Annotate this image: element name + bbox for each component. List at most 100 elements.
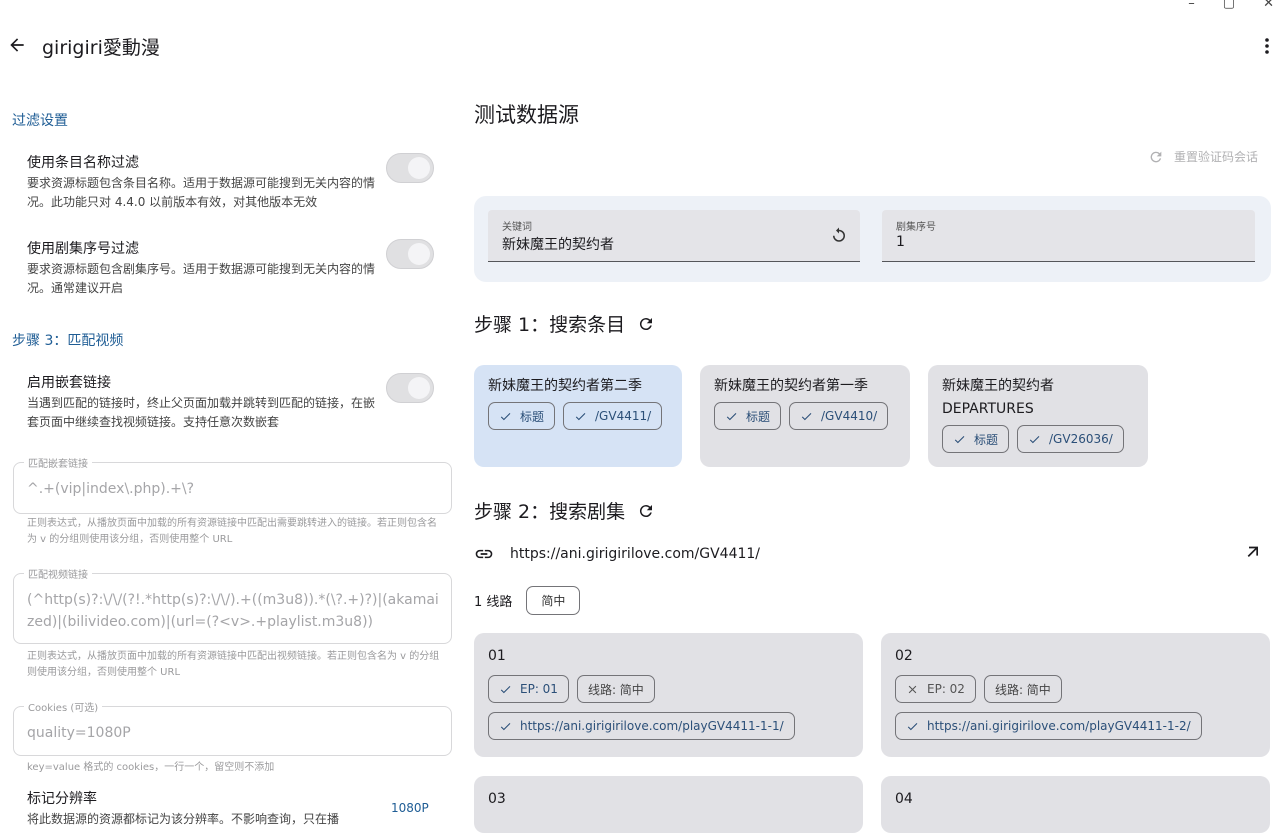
refresh-icon — [1150, 151, 1162, 162]
window-controls: – ▢ ✕ — [1188, 0, 1280, 14]
path-match-chip[interactable]: /GV26036/ — [1017, 425, 1124, 453]
nested-link-helper-text: 正则表达式，从播放页面中加载的所有资源链接中匹配出需要跳转进入的链接。若正则包含… — [27, 518, 437, 545]
step3-section-title: 步骤 3：匹配视频 — [12, 333, 124, 349]
subject-url-row: https://ani.girigirilove.com/GV4411/ — [474, 542, 1274, 566]
back-arrow-icon[interactable] — [7, 35, 27, 55]
episode-card[interactable]: 02 EP: 02 线路: 简中 https://ani.girigirilov… — [881, 633, 1270, 757]
setting-title: 启用嵌套链接 — [27, 375, 111, 391]
keyword-value: 新妹魔王的契约者 — [502, 237, 614, 253]
episode-number-label: 剧集序号 — [896, 222, 936, 233]
chip-label: /GV4410/ — [821, 409, 878, 423]
check-icon — [575, 412, 586, 420]
close-button[interactable]: ✕ — [1263, 0, 1274, 14]
setting-description: 要求资源标题包含条目名称。适用于数据源可能搜到无关内容的情况。此功能只对 4.4… — [27, 176, 376, 209]
episode-number-value: 1 — [896, 234, 905, 250]
path-match-chip[interactable]: /GV4411/ — [563, 402, 663, 430]
episode-url-chip[interactable]: https://ani.girigirilove.com/playGV4411-… — [895, 712, 1202, 740]
episode-number-filter-setting[interactable]: 使用剧集序号过滤 要求资源标题包含剧集序号。适用于数据源可能搜到无关内容的情况。… — [27, 239, 447, 298]
subject-card[interactable]: 新妹魔王的契约者第二季 标题 /GV4411/ — [474, 365, 682, 467]
resolution-setting[interactable]: 标记分辨率 将此数据源的资源都标记为该分辨率。不影响查询，只在播 — [27, 789, 447, 829]
field-value: quality=1080P — [27, 725, 131, 741]
routes-count: 1 线路 — [474, 595, 513, 610]
episode-card[interactable]: 03 — [474, 776, 863, 833]
episode-match-chip[interactable]: EP: 01 — [488, 675, 569, 703]
nested-link-regex-field[interactable]: 匹配嵌套链接 ^.+(vip|index\.php).+\? — [13, 455, 452, 514]
test-heading: 测试数据源 — [474, 103, 579, 127]
chip-label: https://ani.girigirilove.com/playGV4411-… — [520, 719, 784, 733]
app-title: girigiri愛動漫 — [42, 37, 160, 59]
reset-keyword-icon[interactable] — [830, 226, 848, 244]
title-match-chip[interactable]: 标题 — [714, 402, 782, 430]
step1-title: 步骤 1：搜索条目 — [474, 314, 626, 336]
check-icon — [726, 412, 737, 420]
setting-title: 使用条目名称过滤 — [27, 155, 139, 171]
episode-card[interactable]: 01 EP: 01 线路: 简中 https://ani.girigirilov… — [474, 633, 863, 757]
subject-card[interactable]: 新妹魔王的契约者 DEPARTURES 标题 /GV26036/ — [928, 365, 1148, 467]
filter-section-title: 过滤设置 — [12, 113, 68, 129]
title-match-chip[interactable]: 标题 — [942, 425, 1010, 453]
nested-link-setting[interactable]: 启用嵌套链接 当遇到匹配的链接时，终止父页面加载并跳转到匹配的链接，在嵌套页面中… — [27, 373, 447, 432]
field-label: 匹配视频链接 — [24, 566, 92, 581]
subject-name-filter-toggle[interactable] — [386, 153, 434, 183]
open-in-new-icon[interactable] — [1245, 544, 1261, 560]
check-icon — [801, 412, 812, 420]
check-icon — [907, 722, 918, 730]
test-panel: 测试数据源 重置验证码会话 关键词 新妹魔王的契约者 剧集序号 1 步骤 1：搜… — [460, 64, 1280, 833]
field-value: (^http(s)?:\/\/(?!.*http(s)?:\/\/).+((m3… — [27, 592, 439, 630]
chip-label: EP: 01 — [520, 682, 558, 696]
subject-card[interactable]: 新妹魔王的契约者第一季 标题 /GV4410/ — [700, 365, 910, 467]
field-label: 匹配嵌套链接 — [24, 455, 92, 470]
episode-card[interactable]: 04 — [881, 776, 1270, 833]
episode-name: 04 — [895, 791, 913, 807]
subject-url[interactable]: https://ani.girigirilove.com/GV4411/ — [510, 546, 760, 562]
episode-number-field[interactable]: 剧集序号 1 — [882, 210, 1255, 262]
step2-title: 步骤 2：搜索剧集 — [474, 501, 626, 523]
path-match-chip[interactable]: /GV4410/ — [789, 402, 889, 430]
subject-name: 新妹魔王的契约者 DEPARTURES — [942, 378, 1054, 417]
chip-label: 标题 — [746, 409, 771, 424]
chip-label: /GV4411/ — [595, 409, 652, 423]
episode-number-filter-toggle[interactable] — [386, 239, 434, 269]
routes-row: 1 线路 简中 — [474, 586, 581, 615]
chip-label: EP: 02 — [927, 682, 965, 696]
refresh-icon[interactable] — [637, 315, 655, 333]
more-vert-icon[interactable] — [1262, 36, 1272, 56]
refresh-icon[interactable] — [637, 502, 655, 520]
maximize-button[interactable]: ▢ — [1223, 0, 1235, 14]
link-icon — [475, 549, 493, 559]
chip-label: /GV26036/ — [1049, 432, 1113, 446]
search-card: 关键词 新妹魔王的契约者 剧集序号 1 — [474, 196, 1271, 282]
keyword-label: 关键词 — [502, 222, 532, 233]
step2-heading: 步骤 2：搜索剧集 — [474, 497, 655, 524]
minimize-button[interactable]: – — [1188, 0, 1195, 14]
keyword-field[interactable]: 关键词 新妹魔王的契约者 — [488, 210, 860, 262]
cookies-helper-text: key=value 格式的 cookies，一行一个，留空则不添加 — [27, 762, 275, 773]
chip-label: 标题 — [974, 432, 999, 447]
check-icon — [954, 435, 965, 443]
setting-description: 要求资源标题包含剧集序号。适用于数据源可能搜到无关内容的情况。通常建议开启 — [27, 262, 376, 295]
line-chip[interactable]: 线路: 简中 — [576, 675, 655, 703]
step1-heading: 步骤 1：搜索条目 — [474, 310, 655, 337]
subject-name-filter-setting[interactable]: 使用条目名称过滤 要求资源标题包含条目名称。适用于数据源可能搜到无关内容的情况。… — [27, 153, 447, 212]
setting-title: 使用剧集序号过滤 — [27, 241, 139, 257]
episode-name: 02 — [895, 648, 913, 664]
reset-captcha-button[interactable]: 重置验证码会话 — [1148, 148, 1258, 165]
chip-label: https://ani.girigirilove.com/playGV4411-… — [927, 719, 1191, 733]
setting-title: 标记分辨率 — [27, 791, 97, 807]
episode-mismatch-chip[interactable]: EP: 02 — [895, 675, 976, 703]
episode-url-chip[interactable]: https://ani.girigirilove.com/playGV4411-… — [488, 712, 795, 740]
top-app-bar: girigiri愛動漫 — [0, 28, 1280, 64]
check-icon — [500, 722, 511, 730]
title-match-chip[interactable]: 标题 — [488, 402, 556, 430]
check-icon — [500, 685, 511, 693]
episode-name: 03 — [488, 791, 506, 807]
subject-name: 新妹魔王的契约者第二季 — [488, 378, 642, 394]
video-link-regex-field[interactable]: 匹配视频链接 (^http(s)?:\/\/(?!.*http(s)?:\/\/… — [13, 566, 452, 644]
setting-description: 当遇到匹配的链接时，终止父页面加载并跳转到匹配的链接，在嵌套页面中继续查找视频链… — [27, 396, 376, 429]
subject-name: 新妹魔王的契约者第一季 — [714, 378, 868, 394]
nested-link-toggle[interactable] — [386, 373, 434, 403]
line-chip[interactable]: 线路: 简中 — [983, 675, 1062, 703]
resolution-value[interactable]: 1080P — [391, 801, 429, 815]
cookies-field[interactable]: Cookies (可选) quality=1080P — [13, 699, 452, 756]
route-chip[interactable]: 简中 — [526, 586, 581, 615]
